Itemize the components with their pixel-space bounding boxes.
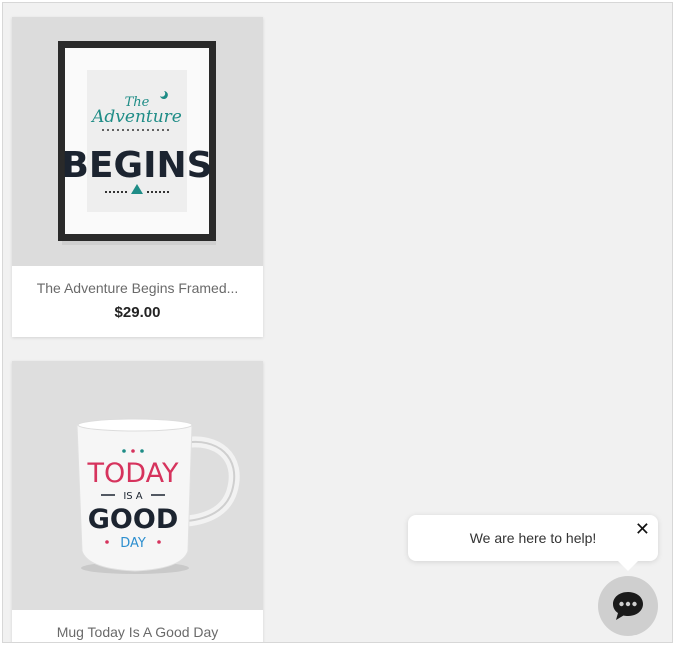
chat-open-button[interactable] (598, 576, 658, 636)
mug-image: TODAY IS A GOOD DAY (12, 361, 263, 610)
framed-poster-image: The Adventure BEGINS (12, 17, 263, 266)
chat-popup: We are here to help! ✕ (408, 515, 658, 571)
product-grid-viewport: The Adventure BEGINS The Adventure Begin… (2, 2, 673, 643)
close-icon[interactable]: ✕ (635, 519, 650, 540)
poster-line2: Adventure (90, 107, 182, 127)
chat-bubble-icon (613, 592, 643, 620)
product-image[interactable]: TODAY IS A GOOD DAY (12, 361, 263, 610)
chat-popup-message: We are here to help! (469, 530, 597, 546)
mug-line4: DAY (120, 536, 146, 551)
product-name[interactable]: The Adventure Begins Framed... (12, 280, 263, 296)
mug-line2: IS A (123, 491, 142, 502)
mug-line3: GOOD (88, 504, 178, 535)
poster-line3: BEGINS (61, 145, 212, 186)
product-card[interactable]: The Adventure BEGINS The Adventure Begin… (12, 17, 263, 337)
product-card[interactable]: TODAY IS A GOOD DAY Mug Today Is A Good … (12, 361, 263, 642)
mug-line1: TODAY (87, 458, 179, 489)
product-price: $29.00 (114, 304, 161, 321)
product-image[interactable]: The Adventure BEGINS (12, 17, 263, 266)
product-name[interactable]: Mug Today Is A Good Day (12, 624, 263, 640)
